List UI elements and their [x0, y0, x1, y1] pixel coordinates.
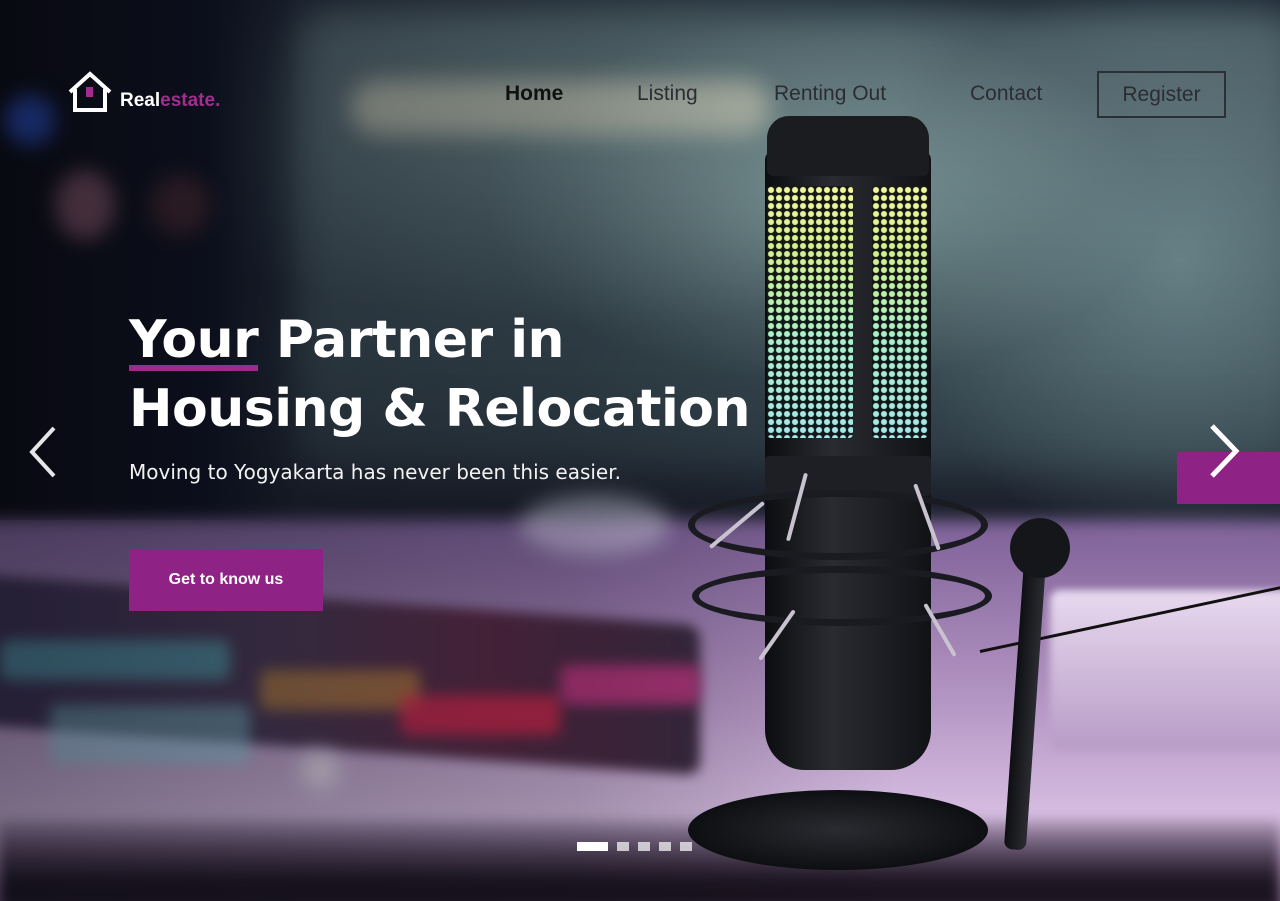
carousel-indicators: [577, 842, 692, 851]
brand-name-accent: estate.: [160, 90, 221, 111]
carousel-dot-1[interactable]: [577, 842, 608, 851]
house-icon: [66, 70, 114, 114]
top-navigation: Realestate. Home Listing Renting Out Con…: [0, 0, 1280, 190]
headline-underlined-word: Your: [129, 306, 259, 375]
carousel-dot-2[interactable]: [617, 842, 629, 851]
get-to-know-us-button[interactable]: Get to know us: [129, 549, 323, 611]
carousel-dot-4[interactable]: [659, 842, 671, 851]
brand-name: Realestate.: [120, 90, 220, 112]
headline-line2: Housing & Relocation: [129, 379, 751, 439]
nav-link-renting-out[interactable]: Renting Out: [774, 82, 886, 106]
chevron-right-icon[interactable]: [1200, 420, 1246, 482]
nav-link-contact[interactable]: Contact: [970, 82, 1042, 106]
brand-name-primary: Real: [120, 90, 161, 111]
microphone-image: [680, 110, 1280, 890]
chevron-left-icon[interactable]: [24, 422, 64, 482]
brand-logo[interactable]: Realestate.: [66, 66, 220, 114]
register-button[interactable]: Register: [1097, 71, 1226, 118]
nav-link-home[interactable]: Home: [505, 82, 563, 106]
carousel-dot-3[interactable]: [638, 842, 650, 851]
headline-line1-rest: Partner in: [258, 310, 565, 370]
hero-subtitle: Moving to Yogyakarta has never been this…: [129, 460, 621, 484]
carousel-dot-5[interactable]: [680, 842, 692, 851]
nav-link-listing[interactable]: Listing: [637, 82, 698, 106]
hero-headline: Your Partner in Housing & Relocation: [129, 306, 829, 444]
